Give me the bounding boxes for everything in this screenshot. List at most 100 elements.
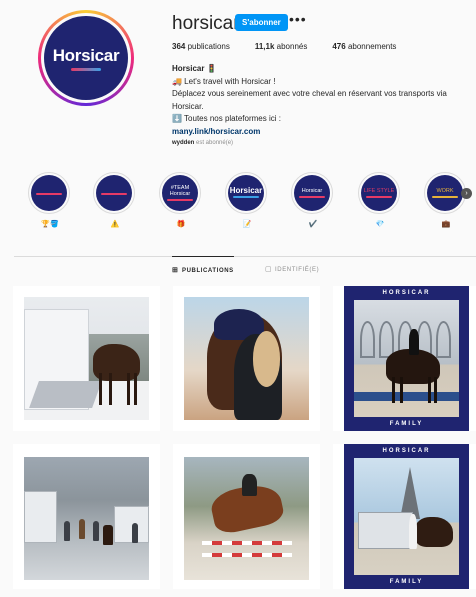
post-thumbnail[interactable] — [13, 286, 160, 431]
highlight-item[interactable]: Horsicar 📝 — [225, 172, 269, 228]
highlight-cover-bar — [366, 196, 392, 198]
photo-person — [92, 520, 99, 541]
photo-jump-pole — [201, 540, 292, 545]
profile-stats: 364 publications 11,1k abonnés 476 abonn… — [172, 42, 421, 51]
highlight-cover-text: LIFE STYLE — [363, 188, 395, 194]
grid-icon: ⊞ — [172, 267, 179, 274]
follow-button[interactable]: S'abonner — [235, 14, 288, 31]
avatar-inner: Horsicar — [41, 13, 131, 103]
post-photo — [24, 457, 149, 580]
highlight-item[interactable]: 🏆🪣 — [28, 172, 72, 228]
photo-rider-hair — [252, 331, 281, 387]
highlight-item[interactable]: #TEAM Horsicar 🎁 — [159, 172, 203, 228]
highlight-cover: Horsicar — [294, 175, 330, 211]
highlight-item[interactable]: WORK 💼 — [424, 172, 468, 228]
frame-title: HORSICAR — [382, 448, 431, 454]
highlight-ring — [28, 172, 70, 214]
bio-line-2: Déplacez vous sereinement avec votre che… — [172, 89, 447, 98]
highlight-label: 💼 — [441, 221, 451, 228]
bio-line-4: ⬇️ Toutes nos plateformes ici : — [172, 114, 281, 123]
post-photo — [184, 297, 309, 420]
highlight-cover-bar — [101, 193, 127, 195]
highlight-ring: Horsicar — [225, 172, 267, 214]
frame-title: HORSICAR — [382, 290, 431, 296]
bio-line-1: 🚚 Let's travel with Horsicar ! — [172, 76, 276, 86]
highlight-ring: WORK — [424, 172, 466, 214]
photo-arch — [435, 321, 451, 359]
highlight-cover-text: Horsicar — [301, 188, 323, 194]
stat-followers[interactable]: 11,1k abonnés — [255, 42, 308, 51]
photo-banner — [354, 392, 459, 401]
photo-rider — [408, 329, 420, 355]
highlight-cover-bar — [36, 193, 62, 195]
chevron-right-icon[interactable]: › — [461, 188, 472, 199]
post-thumbnail[interactable] — [173, 286, 320, 431]
post-thumbnail[interactable] — [173, 444, 320, 589]
highlight-cover-bar — [299, 196, 325, 198]
frame-subtitle: FAMILY — [389, 421, 424, 427]
stat-posts-count: 364 — [172, 42, 186, 51]
bio-link[interactable]: many.link/horsicar.com — [172, 126, 476, 139]
profile-username: horsicar — [172, 13, 240, 34]
profile-bio: Horsicar 🚦 🚚 Let's travel with Horsicar … — [172, 63, 476, 138]
tabs-divider — [14, 256, 476, 257]
post-thumbnail[interactable] — [13, 444, 160, 589]
more-options-icon[interactable]: ••• — [289, 11, 307, 27]
highlight-item[interactable]: ⚠️ — [93, 172, 137, 228]
tagged-icon: ▢ — [265, 266, 273, 273]
photo-horse-leg — [427, 377, 431, 403]
highlight-cover-text: #TEAM Horsicar — [169, 185, 191, 197]
highlight-cover-bar — [167, 199, 193, 201]
post-thumbnail[interactable]: HORSICAR FAMILY — [333, 444, 476, 589]
photo-arch — [360, 321, 375, 359]
tab-publications[interactable]: ⊞ PUBLICATIONS — [172, 256, 234, 274]
frame-subtitle: FAMILY — [389, 579, 424, 585]
post-photo — [24, 297, 149, 420]
post-photo — [354, 300, 459, 417]
highlight-cover-bar — [233, 196, 259, 198]
stat-posts-label: publications — [187, 42, 230, 51]
tab-tagged-label: IDENTIFIÉ(E) — [275, 266, 320, 273]
photo-person — [79, 518, 85, 539]
photo-person — [64, 520, 70, 541]
post-branded-frame: HORSICAR FAMILY — [344, 286, 469, 431]
highlight-label: 🎁 — [176, 221, 186, 228]
highlight-cover-bar — [432, 196, 458, 198]
highlight-cover: #TEAM Horsicar — [162, 175, 198, 211]
highlight-label: 📝 — [242, 221, 252, 228]
highlight-item[interactable]: LIFE STYLE 💎 — [358, 172, 402, 228]
photo-person — [408, 514, 417, 550]
followed-by[interactable]: wydden est abonné(e) — [172, 140, 233, 146]
photo-jump-pole — [201, 552, 292, 557]
highlight-label: ✔️ — [308, 221, 318, 228]
bio-name: Horsicar 🚦 — [172, 64, 217, 73]
highlight-cover-text: WORK — [436, 188, 454, 194]
highlight-label: ⚠️ — [110, 221, 120, 228]
stat-followers-label: abonnés — [276, 42, 308, 51]
profile-avatar[interactable]: Horsicar — [38, 10, 134, 106]
photo-rider — [241, 474, 257, 497]
photo-truck — [358, 511, 413, 550]
highlight-item[interactable]: Horsicar ✔️ — [291, 172, 335, 228]
photo-horse-leg — [433, 377, 437, 403]
avatar-swoosh — [71, 67, 101, 71]
highlight-cover-text: Horsicar — [229, 186, 263, 195]
highlight-cover: Horsicar — [228, 175, 264, 211]
stat-following-count: 476 — [332, 42, 346, 51]
post-thumbnail[interactable]: HORSICAR FAMILY — [333, 286, 476, 431]
stat-following[interactable]: 476 abonnements — [332, 42, 396, 51]
photo-horse-leg — [99, 373, 102, 406]
highlight-ring — [93, 172, 135, 214]
highlight-ring: Horsicar — [291, 172, 333, 214]
photo-horse-leg — [400, 377, 404, 403]
photo-horse-leg — [109, 373, 112, 406]
photo-horse-leg — [134, 373, 137, 406]
tab-tagged[interactable]: ▢ IDENTIFIÉ(E) — [265, 256, 319, 273]
bio-line-3: Horsicar. — [172, 101, 204, 111]
stat-followers-count: 11,1k — [254, 42, 275, 51]
photo-horse — [414, 516, 453, 547]
photo-horse-leg — [126, 373, 130, 406]
photo-person — [131, 523, 138, 544]
followed-by-suffix: est abonné(e) — [194, 140, 234, 146]
avatar-brand-text: Horsicar — [52, 45, 120, 65]
